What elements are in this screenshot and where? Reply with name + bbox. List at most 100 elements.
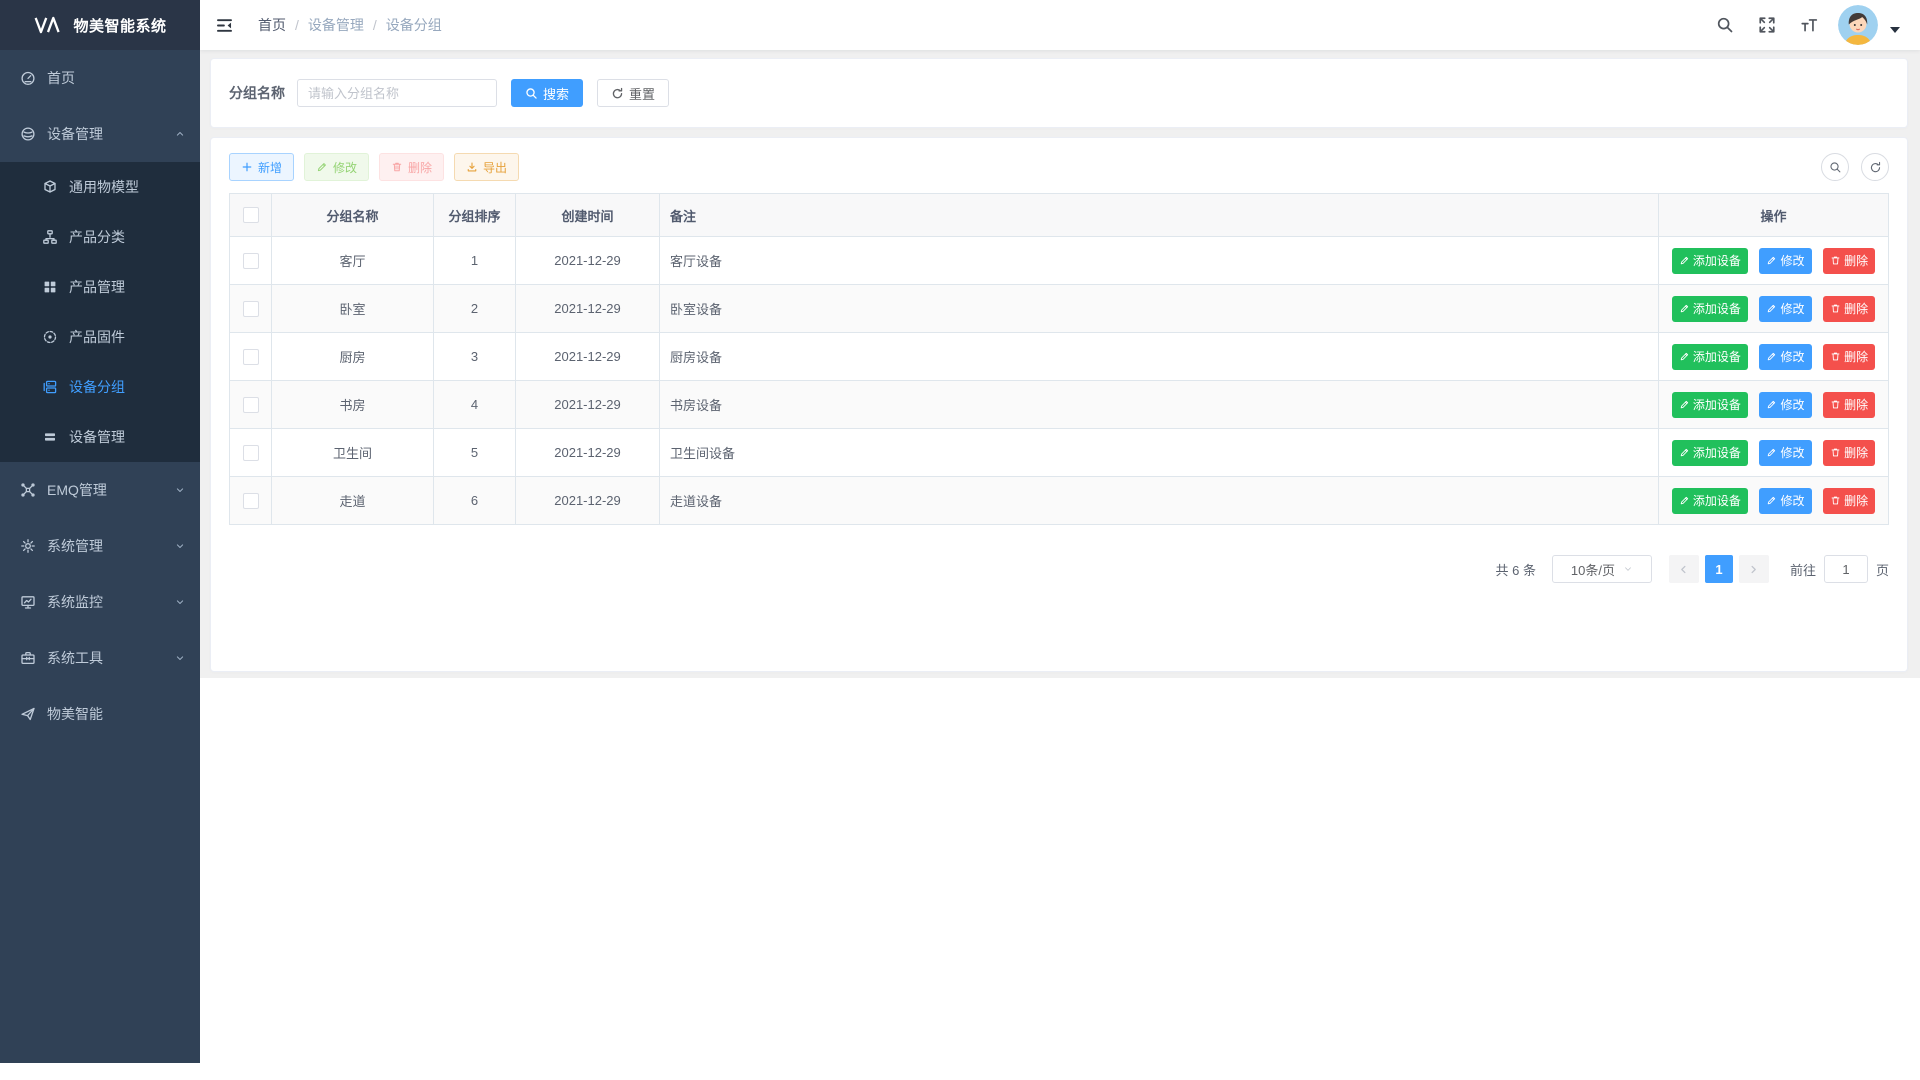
sidebar-item-system-monitor[interactable]: 系统监控 [0, 574, 200, 630]
firmware-target-icon [42, 329, 58, 345]
delete-row-button[interactable]: 删除 [1823, 344, 1875, 370]
table-header-row: 分组名称 分组排序 创建时间 备注 操作 [230, 194, 1889, 237]
sidebar-item-product-category[interactable]: 产品分类 [0, 212, 200, 262]
edit-row-button[interactable]: 修改 [1759, 344, 1811, 370]
edit-button[interactable]: 修改 [304, 153, 369, 181]
group-name-label: 分组名称 [229, 83, 285, 103]
cell-created-time: 2021-12-29 [516, 477, 660, 525]
add-button[interactable]: 新增 [229, 153, 294, 181]
sidebar-item-device-management[interactable]: 设备管理 [0, 106, 200, 162]
edit-row-button[interactable]: 修改 [1759, 296, 1811, 322]
prev-page-button[interactable] [1669, 555, 1699, 583]
delete-row-button[interactable]: 删除 [1823, 440, 1875, 466]
chevron-down-icon [174, 484, 186, 496]
search-icon [525, 87, 538, 100]
cell-remark: 客厅设备 [660, 237, 1659, 285]
sidebar-item-emq[interactable]: EMQ管理 [0, 462, 200, 518]
export-button[interactable]: 导出 [454, 153, 519, 181]
delete-button[interactable]: 删除 [379, 153, 444, 181]
page-suffix: 页 [1876, 560, 1889, 579]
select-all-checkbox[interactable] [243, 207, 259, 223]
logo[interactable]: 物美智能系统 [0, 0, 200, 50]
edit-row-button[interactable]: 修改 [1759, 392, 1811, 418]
row-checkbox[interactable] [243, 445, 259, 461]
edit-row-button[interactable]: 修改 [1759, 440, 1811, 466]
goto-label: 前往 [1790, 560, 1816, 579]
sidebar-item-product-management[interactable]: 产品管理 [0, 262, 200, 312]
search-card: 分组名称 搜索 重置 [210, 58, 1908, 128]
cell-created-time: 2021-12-29 [516, 237, 660, 285]
table-row: 客厅 1 2021-12-29 客厅设备 添加设备 [230, 237, 1889, 285]
sidebar-item-home[interactable]: 首页 [0, 50, 200, 106]
fullscreen-icon[interactable] [1758, 16, 1776, 34]
table-row: 厨房 3 2021-12-29 厨房设备 添加设备 [230, 333, 1889, 381]
page-size-select[interactable]: 10条/页 [1552, 555, 1652, 583]
col-remark: 备注 [660, 194, 1659, 237]
device-group-icon [42, 379, 58, 395]
paper-plane-icon [20, 706, 36, 722]
goto-page-input[interactable] [1824, 555, 1868, 583]
sidebar-item-wumei-smart[interactable]: 物美智能 [0, 686, 200, 742]
group-name-input[interactable] [297, 79, 497, 107]
cell-created-time: 2021-12-29 [516, 429, 660, 477]
search-button[interactable]: 搜索 [511, 79, 583, 107]
toggle-search-button[interactable] [1821, 153, 1849, 181]
emq-node-icon [20, 482, 36, 498]
sidebar-item-product-firmware[interactable]: 产品固件 [0, 312, 200, 362]
avatar[interactable] [1838, 5, 1878, 45]
trash-icon [1830, 399, 1841, 410]
reset-button[interactable]: 重置 [597, 79, 669, 107]
delete-row-button[interactable]: 删除 [1823, 248, 1875, 274]
search-icon[interactable] [1716, 16, 1734, 34]
gear-icon [20, 538, 36, 554]
font-size-icon[interactable] [1800, 16, 1818, 34]
sidebar-item-device-list[interactable]: 设备管理 [0, 412, 200, 462]
page-1-button[interactable]: 1 [1705, 555, 1733, 583]
main-content: 分组名称 搜索 重置 新增 [200, 50, 1920, 678]
refresh-icon [611, 87, 624, 100]
chevron-down-icon [174, 652, 186, 664]
breadcrumb-device-management[interactable]: 设备管理 [308, 15, 364, 35]
add-device-button[interactable]: 添加设备 [1672, 488, 1748, 514]
chevron-down-icon [174, 540, 186, 552]
sidebar-item-thing-model[interactable]: 通用物模型 [0, 162, 200, 212]
chevron-right-icon [1748, 564, 1759, 575]
device-group-table: 分组名称 分组排序 创建时间 备注 操作 客厅 1 2021-12-29 客厅设… [229, 193, 1889, 525]
chevron-left-icon [1678, 564, 1689, 575]
caret-down-icon[interactable] [1890, 27, 1900, 33]
row-checkbox[interactable] [243, 253, 259, 269]
delete-row-button[interactable]: 删除 [1823, 296, 1875, 322]
cell-group-order: 5 [434, 429, 516, 477]
trash-icon [1830, 447, 1841, 458]
next-page-button[interactable] [1739, 555, 1769, 583]
cell-remark: 书房设备 [660, 381, 1659, 429]
delete-row-button[interactable]: 删除 [1823, 488, 1875, 514]
sidebar-item-system-tools[interactable]: 系统工具 [0, 630, 200, 686]
edit-row-button[interactable]: 修改 [1759, 488, 1811, 514]
cell-group-name: 走道 [272, 477, 434, 525]
add-device-button[interactable]: 添加设备 [1672, 392, 1748, 418]
trash-icon [1830, 303, 1841, 314]
cube-icon [42, 179, 58, 195]
row-checkbox[interactable] [243, 397, 259, 413]
row-checkbox[interactable] [243, 493, 259, 509]
delete-row-button[interactable]: 删除 [1823, 392, 1875, 418]
trash-icon [391, 161, 403, 173]
add-device-button[interactable]: 添加设备 [1672, 248, 1748, 274]
add-device-button[interactable]: 添加设备 [1672, 344, 1748, 370]
pencil-icon [1679, 351, 1690, 362]
row-checkbox[interactable] [243, 301, 259, 317]
download-icon [466, 161, 478, 173]
breadcrumb-home[interactable]: 首页 [258, 15, 286, 35]
add-device-button[interactable]: 添加设备 [1672, 440, 1748, 466]
chevron-up-icon [174, 128, 186, 140]
sidebar-toggle-icon[interactable] [215, 16, 234, 35]
pencil-icon [1766, 495, 1777, 506]
sidebar-item-device-group[interactable]: 设备分组 [0, 362, 200, 412]
edit-row-button[interactable]: 修改 [1759, 248, 1811, 274]
chevron-down-icon [174, 596, 186, 608]
sidebar-item-system-management[interactable]: 系统管理 [0, 518, 200, 574]
row-checkbox[interactable] [243, 349, 259, 365]
add-device-button[interactable]: 添加设备 [1672, 296, 1748, 322]
refresh-table-button[interactable] [1861, 153, 1889, 181]
